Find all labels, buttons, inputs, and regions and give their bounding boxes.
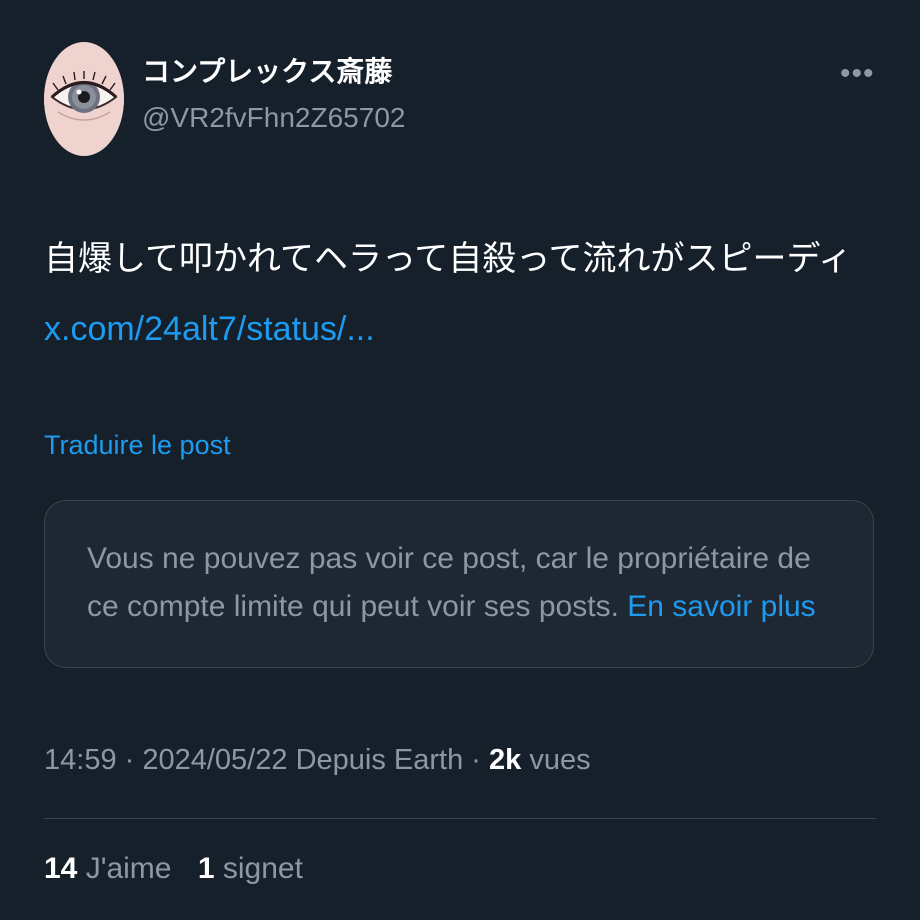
bookmarks-count: 1 <box>197 852 215 885</box>
post-body: 自爆して叩かれてヘラって自殺って流れがスピーディ <box>44 240 853 278</box>
avatar[interactable] <box>44 42 124 156</box>
post-link[interactable]: x.com/24alt7/status/... <box>44 310 375 348</box>
likes-label: J'aime <box>85 852 172 885</box>
post-metadata: 14:59 · 2024/05/22 Depuis Earth · 2k vue… <box>44 744 591 776</box>
ellipsis-icon: ••• <box>840 57 875 90</box>
more-options-button[interactable]: ••• <box>840 59 874 89</box>
bookmarks-stat[interactable]: 1 signet <box>198 852 303 885</box>
likes-count: 14 <box>44 852 78 885</box>
learn-more-link[interactable]: En savoir plus <box>627 590 815 623</box>
eye-avatar-image <box>44 42 124 156</box>
views-count: 2k <box>489 744 522 776</box>
author-names: コンプレックス斎藤 @VR2fvFhn2Z65702 <box>142 52 405 138</box>
divider <box>44 818 876 819</box>
notice-text: Vous ne pouvez pas voir ce post, car le … <box>87 535 847 631</box>
likes-stat[interactable]: 14 J'aime <box>44 852 171 885</box>
translate-post-link[interactable]: Traduire le post <box>44 430 231 461</box>
post-stats: 14 J'aime 1 signet <box>44 852 321 886</box>
display-name[interactable]: コンプレックス斎藤 <box>142 52 405 92</box>
post-time[interactable]: 14:59 <box>44 744 117 776</box>
views-label: vues <box>529 744 591 776</box>
post-source: Depuis Earth <box>295 744 464 776</box>
post-date[interactable]: 2024/05/22 <box>142 744 287 776</box>
bookmarks-label: signet <box>222 852 303 885</box>
restricted-post-notice: Vous ne pouvez pas voir ce post, car le … <box>44 500 874 668</box>
post-text: 自爆して叩かれてヘラって自殺って流れがスピーディ x.com/24alt7/st… <box>44 224 880 364</box>
post-header: コンプレックス斎藤 @VR2fvFhn2Z65702 ••• <box>44 42 876 158</box>
user-handle[interactable]: @VR2fvFhn2Z65702 <box>142 98 405 138</box>
